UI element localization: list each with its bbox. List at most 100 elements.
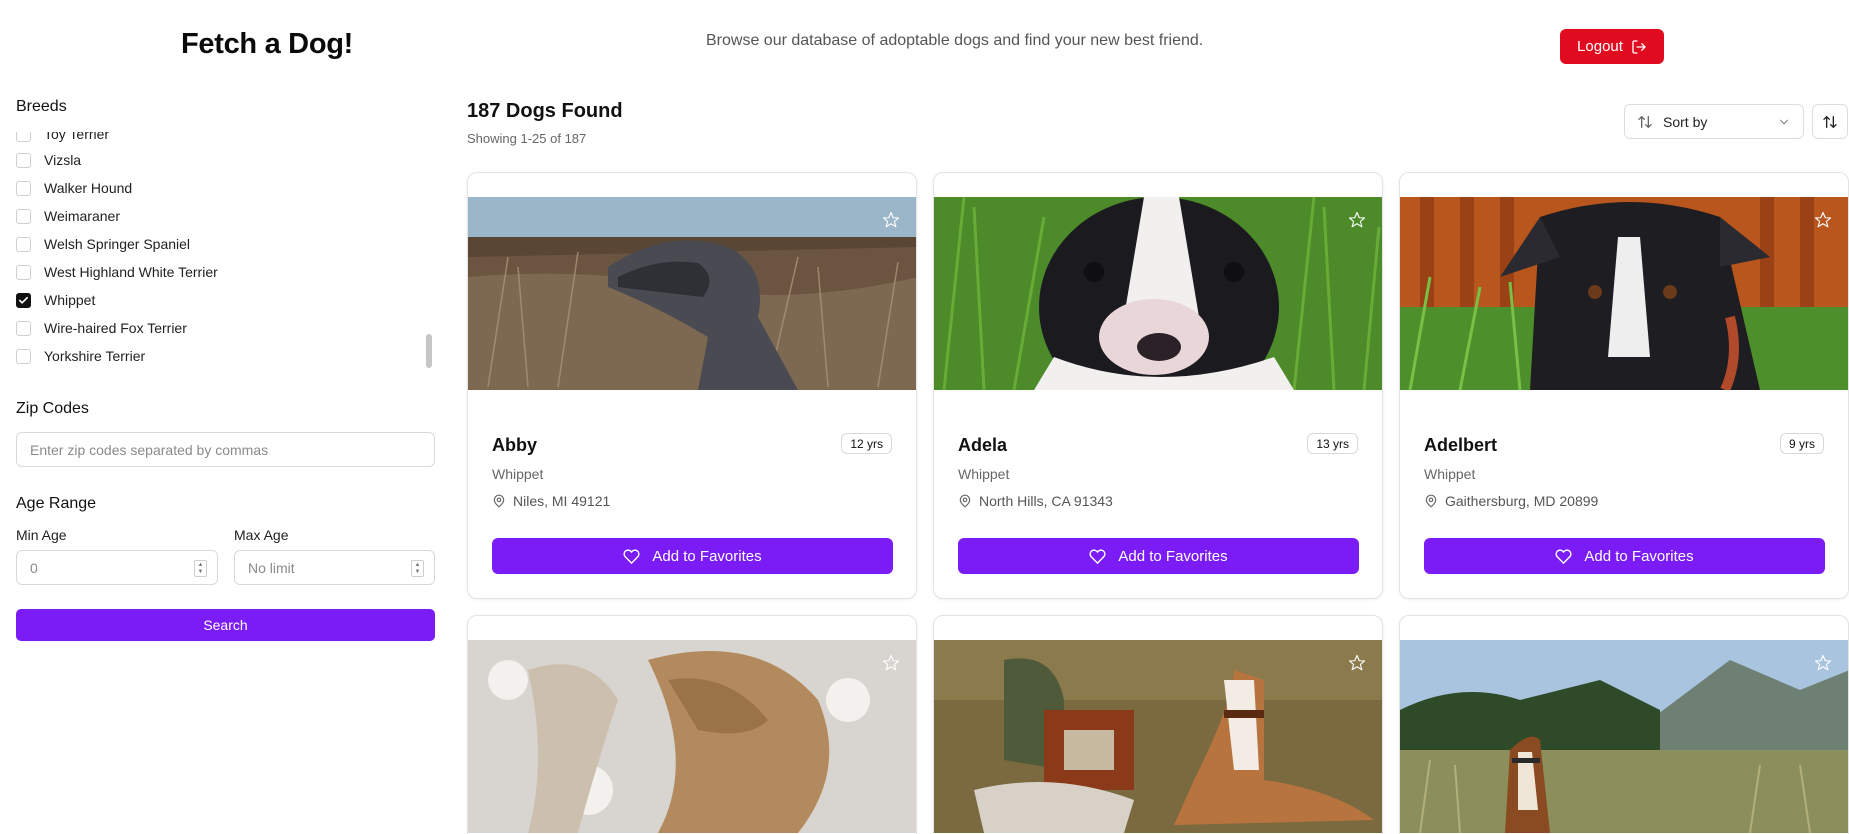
stepper-icon[interactable]: ▲ ▼: [411, 560, 424, 577]
sort-direction-icon: [1823, 115, 1837, 128]
checkbox[interactable]: [16, 132, 31, 142]
breed-item-welsh-springer-spaniel[interactable]: Welsh Springer Spaniel: [16, 230, 190, 258]
app-header: Fetch a Dog! Browse our database of adop…: [0, 0, 1849, 92]
zip-codes-input[interactable]: [16, 432, 435, 467]
star-icon[interactable]: [1348, 211, 1366, 229]
sort-label: Sort by: [1663, 113, 1708, 130]
add-to-favorites-button[interactable]: Add to Favorites: [958, 538, 1359, 574]
min-age-placeholder: 0: [30, 559, 38, 576]
location-text: Gaithersburg, MD 20899: [1445, 493, 1599, 509]
map-pin-icon: [493, 494, 505, 508]
add-to-favorites-label: Add to Favorites: [1584, 547, 1694, 565]
checkbox[interactable]: [16, 264, 31, 280]
results-subtitle: Showing 1-25 of 187: [467, 131, 587, 146]
stepper-icon[interactable]: ▲ ▼: [194, 560, 207, 577]
check-icon: [19, 296, 28, 304]
dog-photo: [934, 640, 1382, 833]
breed-label: West Highland White Terrier: [44, 264, 218, 280]
breed-label: Weimaraner: [44, 208, 120, 224]
add-to-favorites-button[interactable]: Add to Favorites: [1424, 538, 1825, 574]
dog-card: Abby 12 yrs Whippet Niles, MI 49121 Add …: [467, 172, 917, 599]
dog-name: Adela: [958, 435, 1008, 455]
dog-photo: [468, 640, 916, 833]
checkbox-checked[interactable]: [16, 292, 31, 308]
map-pin-icon: [959, 494, 971, 508]
dog-photo: [1400, 640, 1848, 833]
age-badge: 9 yrs: [1779, 433, 1824, 454]
breed-item-whippet[interactable]: Whippet: [16, 286, 95, 314]
min-age-label: Min Age: [16, 527, 67, 543]
chevron-down-icon: [1779, 119, 1789, 125]
dog-card: [933, 615, 1383, 834]
breed-label: Wire-haired Fox Terrier: [44, 320, 187, 336]
logout-icon: [1632, 39, 1646, 54]
dog-card: Adelbert 9 yrs Whippet Gaithersburg, MD …: [1399, 172, 1849, 599]
checkbox[interactable]: [16, 348, 31, 364]
search-button[interactable]: Search: [16, 609, 435, 641]
add-to-favorites-button[interactable]: Add to Favorites: [492, 538, 893, 574]
breed-list-scrollbar[interactable]: [425, 132, 433, 370]
breed-label: Toy Terrier: [44, 132, 110, 142]
breed-label: Walker Hound: [44, 180, 133, 196]
breed-item-wire-haired-fox-terrier[interactable]: Wire-haired Fox Terrier: [16, 314, 187, 342]
dog-photo: [468, 197, 916, 390]
star-icon[interactable]: [1814, 654, 1832, 672]
add-to-favorites-label: Add to Favorites: [652, 547, 762, 565]
breed-item-yorkshire-terrier[interactable]: Yorkshire Terrier: [16, 342, 145, 370]
checkbox[interactable]: [16, 152, 31, 168]
dog-photo: [1400, 197, 1848, 390]
age-badge: 13 yrs: [1307, 433, 1358, 454]
logout-button[interactable]: Logout: [1560, 29, 1664, 64]
checkbox[interactable]: [16, 180, 31, 196]
location-text: North Hills, CA 91343: [979, 493, 1113, 509]
star-icon[interactable]: [1814, 211, 1832, 229]
checkbox[interactable]: [16, 320, 31, 336]
checkbox[interactable]: [16, 208, 31, 224]
breeds-label: Breeds: [16, 98, 67, 115]
app-tagline: Browse our database of adoptable dogs an…: [706, 32, 1204, 49]
dog-name: Abby: [492, 435, 537, 455]
sort-direction-button[interactable]: [1812, 104, 1848, 139]
breed-item-weimaraner[interactable]: Weimaraner: [16, 202, 120, 230]
breed-item-walker-hound[interactable]: Walker Hound: [16, 174, 132, 202]
heart-icon: [1555, 548, 1572, 564]
heart-icon: [1089, 548, 1106, 564]
star-icon[interactable]: [1348, 654, 1366, 672]
sort-select[interactable]: Sort by: [1624, 104, 1804, 139]
max-age-input[interactable]: No limit ▲ ▼: [234, 550, 435, 585]
scrollbar-thumb[interactable]: [426, 334, 432, 368]
dog-photo: [934, 197, 1382, 390]
max-age-placeholder: No limit: [248, 559, 295, 576]
zip-codes-label: Zip Codes: [16, 400, 89, 417]
breed-item-west-highland-white-terrier[interactable]: West Highland White Terrier: [16, 258, 218, 286]
dog-card: [1399, 615, 1849, 834]
age-range-label: Age Range: [16, 495, 97, 512]
age-badge: 12 yrs: [841, 433, 892, 454]
dog-breed: Whippet: [492, 466, 544, 482]
star-icon[interactable]: [882, 654, 900, 672]
breed-label: Welsh Springer Spaniel: [44, 236, 191, 252]
dog-breed: Whippet: [958, 466, 1010, 482]
app-title: Fetch a Dog!: [181, 28, 354, 60]
map-pin-icon: [1425, 494, 1437, 508]
sort-arrows-icon: [1638, 115, 1652, 128]
dog-breed: Whippet: [1424, 466, 1476, 482]
dog-name: Adelbert: [1424, 435, 1498, 455]
max-age-label: Max Age: [234, 527, 289, 543]
logout-label: Logout: [1577, 38, 1623, 55]
heart-icon: [623, 548, 640, 564]
dog-location: Gaithersburg, MD 20899: [1424, 493, 1598, 509]
star-icon[interactable]: [882, 211, 900, 229]
breed-label: Whippet: [44, 292, 96, 308]
breed-label: Vizsla: [44, 152, 82, 168]
checkbox[interactable]: [16, 236, 31, 252]
add-to-favorites-label: Add to Favorites: [1118, 547, 1228, 565]
breed-list[interactable]: Toy Terrier Vizsla Walker Hound Weimaran…: [16, 132, 440, 370]
dog-card: [467, 615, 917, 834]
dog-location: Niles, MI 49121: [492, 493, 610, 509]
breed-item-vizsla[interactable]: Vizsla: [16, 146, 81, 174]
dog-location: North Hills, CA 91343: [958, 493, 1113, 509]
min-age-input[interactable]: 0 ▲ ▼: [16, 550, 218, 585]
location-text: Niles, MI 49121: [513, 493, 611, 509]
results-title: 187 Dogs Found: [467, 100, 623, 122]
